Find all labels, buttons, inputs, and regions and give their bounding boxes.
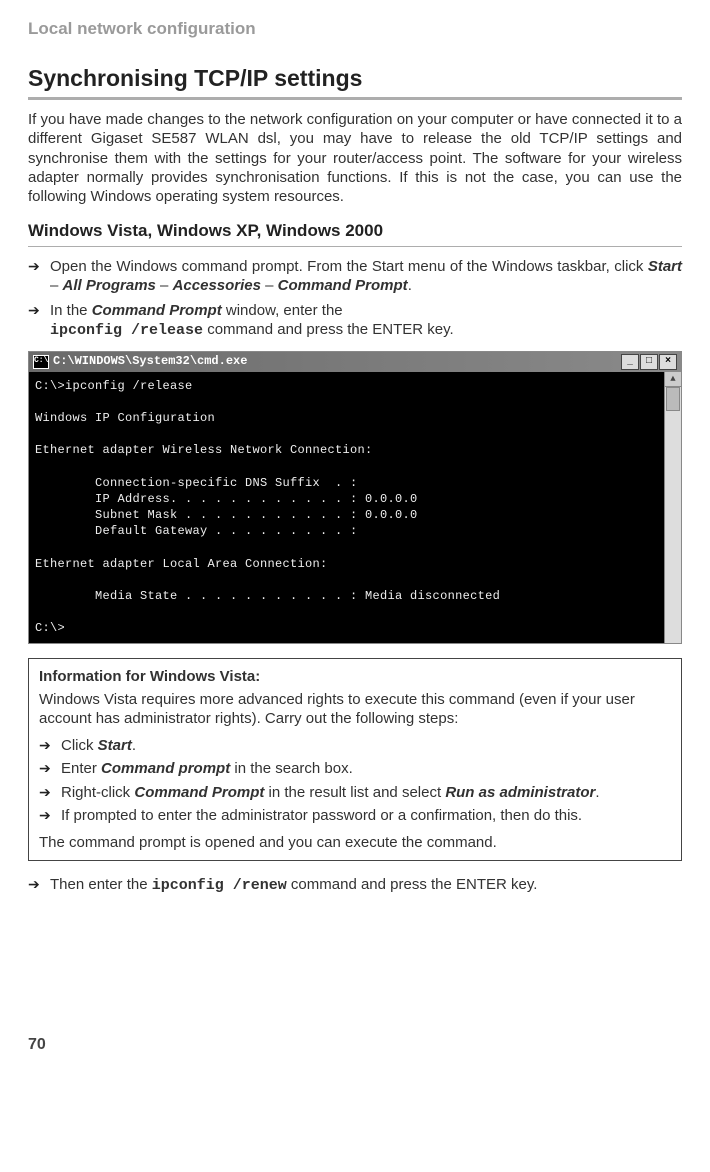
scrollbar[interactable]: [664, 372, 681, 643]
page-header: Local network configuration: [28, 18, 682, 40]
maximize-button[interactable]: □: [640, 354, 658, 370]
info-step-3: ➔ Right-click Command Prompt in the resu…: [39, 783, 671, 802]
cmd-icon: C:\: [33, 355, 49, 369]
info-box-intro: Windows Vista requires more advanced rig…: [39, 690, 671, 728]
intro-paragraph: If you have made changes to the network …: [28, 110, 682, 206]
info-box-outro: The command prompt is opened and you can…: [39, 833, 671, 852]
step-1-text: Open the Windows command prompt. From th…: [50, 257, 682, 295]
cmd-titlebar: C:\ C:\WINDOWS\System32\cmd.exe _ □ ×: [29, 352, 681, 372]
close-button[interactable]: ×: [659, 354, 677, 370]
arrow-icon: ➔: [39, 759, 61, 778]
window-buttons: _ □ ×: [621, 354, 677, 370]
info-step-2: ➔ Enter Command prompt in the search box…: [39, 759, 671, 778]
step-1: ➔ Open the Windows command prompt. From …: [28, 257, 682, 295]
arrow-icon: ➔: [39, 806, 61, 825]
command-prompt-window: C:\ C:\WINDOWS\System32\cmd.exe _ □ × C:…: [28, 351, 682, 644]
step-2: ➔ In the Command Prompt window, enter th…: [28, 301, 682, 340]
arrow-icon: ➔: [39, 736, 61, 755]
steps-main: ➔ Open the Windows command prompt. From …: [28, 257, 682, 341]
cmd-title: C:\WINDOWS\System32\cmd.exe: [53, 354, 621, 369]
info-step-4: ➔ If prompted to enter the administrator…: [39, 806, 671, 825]
info-box-title: Information for Windows Vista:: [39, 667, 671, 686]
arrow-icon: ➔: [28, 875, 50, 895]
cmd-output: C:\>ipconfig /release Windows IP Configu…: [29, 372, 664, 643]
info-steps: ➔ Click Start. ➔ Enter Command prompt in…: [39, 736, 671, 825]
arrow-icon: ➔: [28, 257, 50, 295]
arrow-icon: ➔: [28, 301, 50, 340]
page-number: 70: [28, 1035, 682, 1055]
subsection-title: Windows Vista, Windows XP, Windows 2000: [28, 220, 682, 242]
info-step-1: ➔ Click Start.: [39, 736, 671, 755]
step-2-text: In the Command Prompt window, enter the …: [50, 301, 682, 340]
info-box: Information for Windows Vista: Windows V…: [28, 658, 682, 862]
arrow-icon: ➔: [39, 783, 61, 802]
section-title: Synchronising TCP/IP settings: [28, 64, 682, 93]
final-step-list: ➔ Then enter the ipconfig /renew command…: [28, 875, 682, 895]
subsection-rule: [28, 246, 682, 247]
minimize-button[interactable]: _: [621, 354, 639, 370]
section-rule: [28, 97, 682, 100]
final-step: ➔ Then enter the ipconfig /renew command…: [28, 875, 682, 895]
